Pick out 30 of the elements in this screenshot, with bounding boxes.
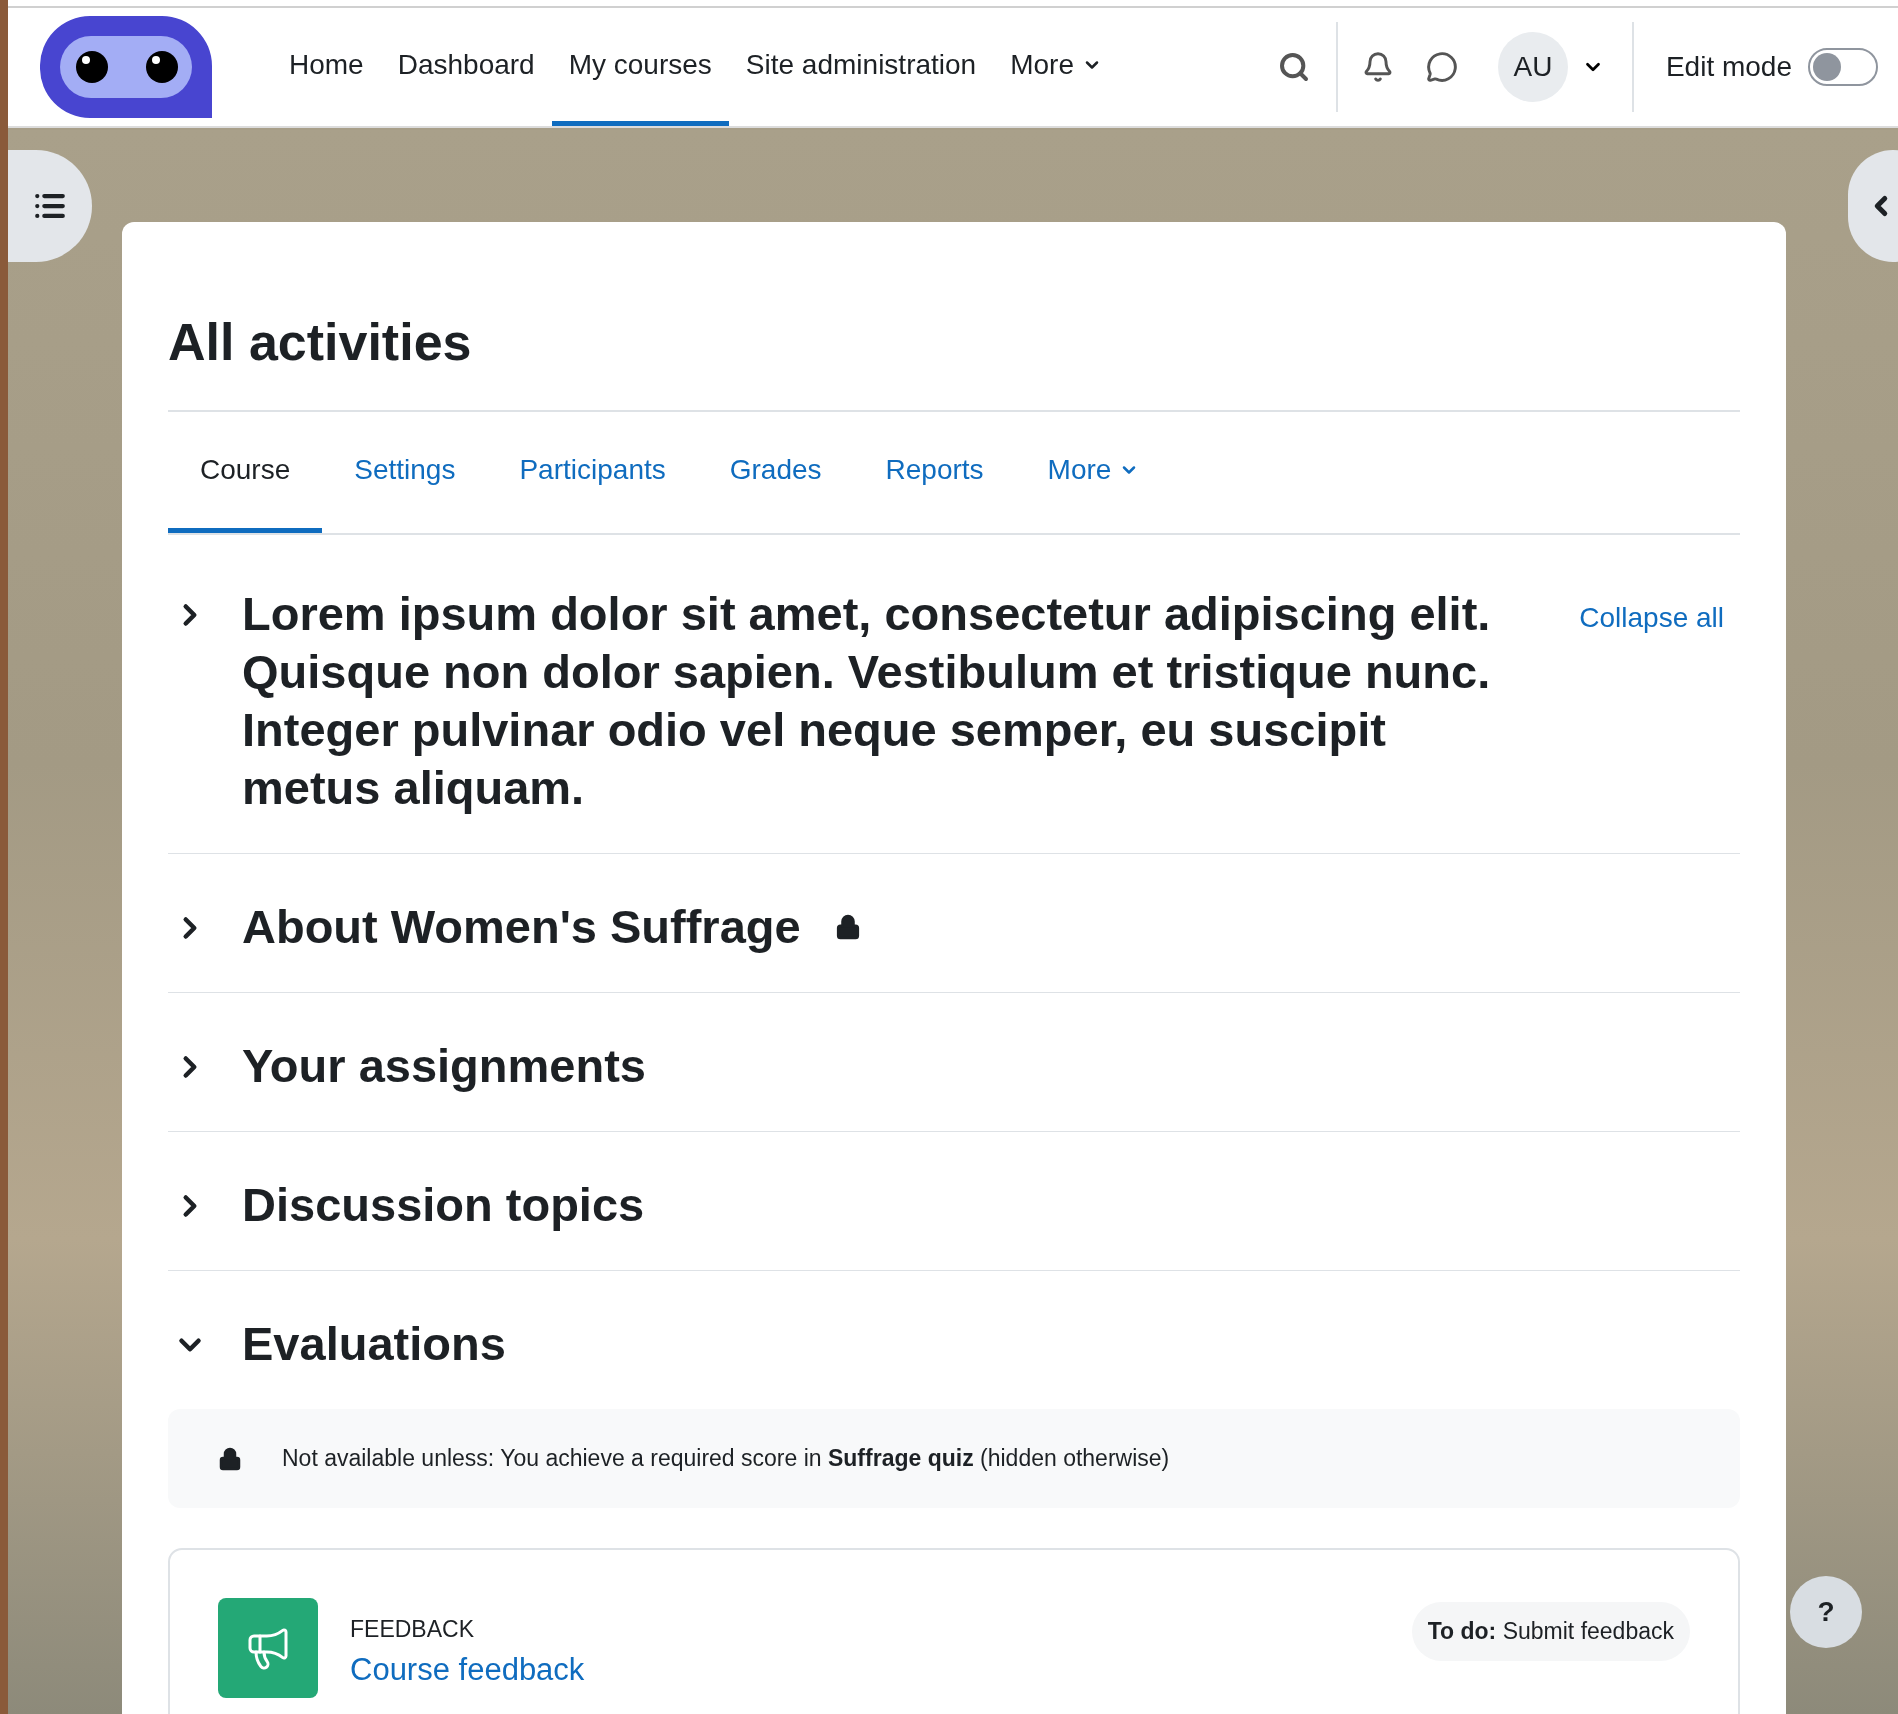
nav-link[interactable]: Dashboard [380,8,552,126]
restriction-text: Not available unless: You achieve a required score in Suffrage quiz (hidden otherwise) [282,1444,1170,1474]
course-tab[interactable]: Settings [322,412,488,533]
user-avatar[interactable]: AU [1497,32,1568,102]
activity-type: FEEDBACK [350,1615,475,1644]
more-menu[interactable]: More [993,8,1119,126]
course-tab[interactable]: Grades [697,412,854,533]
nav-link[interactable]: Site administration [728,8,994,126]
section-title[interactable]: Your assignments [242,1037,646,1095]
feedback-activity-icon [218,1598,318,1698]
tabs-more-menu[interactable]: More [1015,412,1172,533]
edit-mode-label: Edit mode [1665,50,1792,84]
todo-badge: To do: Submit feedback [1411,1602,1690,1661]
section-title[interactable]: Evaluations [242,1315,506,1373]
collapse-all-link[interactable]: Collapse all [1579,597,1724,639]
nav-link[interactable]: Home [272,8,381,126]
course-tab[interactable]: Course [168,412,323,533]
lock-icon [834,914,861,940]
robot-logo-icon [40,16,212,118]
search-icon[interactable] [1277,51,1310,83]
section-title[interactable]: Lorem ipsum dolor sit amet, consectetur adipiscing elit. Quisque non dolor sapien. Vestibulum et tristique nunc. Integer pulvinar odio vel neque semper, eu suscipit metus aliquam. [242,585,1522,817]
course-tab[interactable]: Reports [853,412,1016,533]
section-title[interactable]: Discussion topics [242,1176,645,1234]
lock-icon [218,1446,242,1471]
messages-icon[interactable] [1425,51,1458,83]
activity-link[interactable]: Course feedback [350,1646,1380,1693]
section-title[interactable]: About Women's Suffrage [242,898,801,956]
course-tab[interactable]: Participants [487,412,698,533]
edit-mode-switch[interactable] [1808,48,1878,86]
page-title: All activities [168,312,1740,412]
